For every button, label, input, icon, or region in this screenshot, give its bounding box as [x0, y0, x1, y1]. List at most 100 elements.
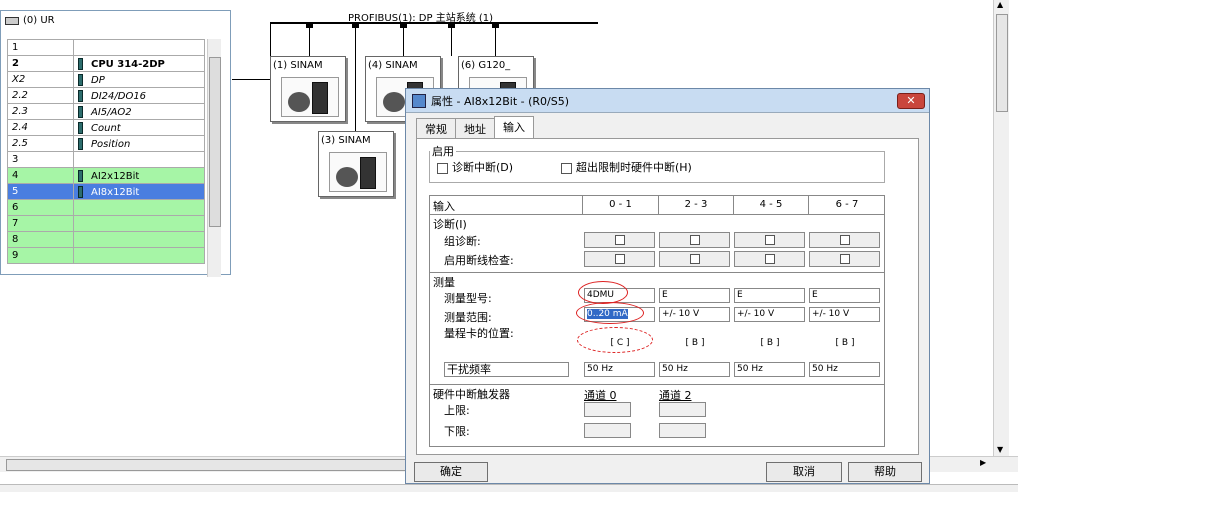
rack-slot-row[interactable]: 4 AI2x12Bit [7, 167, 205, 184]
wire-break-checkbox[interactable] [765, 254, 775, 264]
interference-freq-field[interactable]: 50 Hz [659, 362, 730, 377]
cancel-button[interactable]: 取消 [766, 462, 842, 482]
group-diag-cell[interactable] [734, 232, 805, 248]
rack-slot-row[interactable]: 3 [7, 151, 205, 168]
wire-break-cell[interactable] [809, 251, 880, 267]
rack-slot-row[interactable]: 2.3 AI5/AO2 [7, 103, 205, 120]
slot-module [73, 215, 205, 232]
rack-slot-row[interactable]: 1 [7, 39, 205, 56]
group-diag-cell[interactable] [809, 232, 880, 248]
interference-freq-field[interactable]: 50 Hz [809, 362, 880, 377]
vertical-scroll-thumb[interactable] [996, 14, 1008, 112]
close-button[interactable]: ✕ [897, 93, 925, 109]
rack-slot-row[interactable]: 2.4 Count [7, 119, 205, 136]
rack-slot-row[interactable]: X2 DP [7, 71, 205, 88]
properties-dialog[interactable]: 属性 - AI8x12Bit - (R0/S5) ✕ 常规 地址 输入 启用 诊… [405, 88, 930, 484]
wire-break-checkbox[interactable] [840, 254, 850, 264]
scroll-up-icon[interactable]: ▲ [997, 0, 1003, 9]
measure-type-field[interactable]: E [659, 288, 730, 303]
profibus-line[interactable] [270, 22, 598, 24]
rack-scrollbar[interactable] [207, 39, 221, 277]
input-header: 输入 [433, 200, 455, 213]
rack-title: (0) UR [5, 15, 55, 26]
node-label: (4) SINAM [368, 60, 418, 71]
rack-slot-row[interactable]: 6 [7, 199, 205, 216]
rack-slot-row[interactable]: 2.5 Position [7, 135, 205, 152]
grid-divider [430, 272, 884, 273]
interference-freq-field[interactable]: 50 Hz [584, 362, 655, 377]
rack-window[interactable]: (0) UR 1 2 CPU 314-2DP X2 DP 2.2 DI24/DO16 2.3 A… [0, 10, 231, 277]
rack-bus-link [232, 79, 270, 80]
slot-number: 3 [7, 151, 74, 168]
group-diag-checkbox[interactable] [840, 235, 850, 245]
module-name: DP [91, 74, 105, 86]
group-diag-cell[interactable] [659, 232, 730, 248]
scroll-down-icon[interactable]: ▼ [997, 445, 1003, 454]
measure-range-field[interactable]: +/- 10 V [659, 307, 730, 322]
module-icon [78, 73, 83, 86]
range-card-position: [ B ] [760, 338, 780, 348]
measure-range-field[interactable]: +/- 10 V [734, 307, 805, 322]
upper-limit-ch2-field [659, 402, 706, 417]
group-diag-checkbox[interactable] [690, 235, 700, 245]
dp-slave-node[interactable]: (3) SINAM [318, 131, 394, 197]
wire-break-cell[interactable] [734, 251, 805, 267]
rack-slot-row[interactable]: 5 AI8x12Bit [7, 183, 205, 200]
slot-module [73, 151, 205, 168]
col-header: 6 - 7 [808, 196, 885, 214]
module-name: CPU 314-2DP [91, 58, 165, 70]
group-diag-checkbox[interactable] [615, 235, 625, 245]
node-label: (6) G120_ [461, 60, 511, 71]
interference-freq-field[interactable]: 50 Hz [734, 362, 805, 377]
rack-slot-row[interactable]: 2 CPU 314-2DP [7, 55, 205, 72]
hw-interrupt-option[interactable]: 超出限制时硬件中断(H) [561, 159, 692, 175]
hw-trigger-title: 硬件中断触发器 [433, 388, 510, 401]
rack-slot-row[interactable]: 8 [7, 231, 205, 248]
wire-break-checkbox[interactable] [690, 254, 700, 264]
vertical-scrollbar[interactable]: ▲ ▼ [993, 0, 1009, 456]
measure-type-field[interactable]: E [809, 288, 880, 303]
col-header: 4 - 5 [733, 196, 808, 214]
rack-slot-row[interactable]: 2.2 DI24/DO16 [7, 87, 205, 104]
ok-button[interactable]: 确定 [414, 462, 488, 482]
hw-interrupt-checkbox[interactable] [561, 162, 572, 174]
node-label: (1) SINAM [273, 60, 323, 71]
wire-break-cell[interactable] [659, 251, 730, 267]
bus-drop [309, 24, 310, 56]
wire-break-checkbox[interactable] [615, 254, 625, 264]
tab-address[interactable]: 地址 [455, 118, 495, 138]
rack-scroll-thumb[interactable] [209, 57, 221, 227]
module-icon [78, 57, 83, 70]
dp-slave-node[interactable]: (1) SINAM [270, 56, 346, 122]
measure-type-field[interactable]: E [734, 288, 805, 303]
wire-break-label: 启用断线检查: [444, 254, 514, 267]
rack-slot-row[interactable]: 7 [7, 215, 205, 232]
measure-range-label: 测量范围: [444, 311, 492, 324]
module-name: AI8x12Bit [91, 186, 140, 198]
module-name: Count [91, 122, 121, 134]
slot-module [73, 199, 205, 216]
lower-limit-ch0-field [584, 423, 631, 438]
wire-break-cell[interactable] [584, 251, 655, 267]
diag-interrupt-checkbox[interactable] [437, 162, 448, 174]
rack-slot-table: 1 2 CPU 314-2DP X2 DP 2.2 DI24/DO16 2.3 AI5/AO2 2… [7, 39, 205, 264]
dialog-titlebar[interactable]: 属性 - AI8x12Bit - (R0/S5) [406, 89, 929, 113]
help-button[interactable]: 帮助 [848, 462, 922, 482]
dialog-app-icon [412, 93, 426, 108]
module-icon [78, 121, 83, 134]
horizontal-scroll-thumb[interactable] [6, 459, 406, 471]
slot-module: DP [73, 71, 205, 88]
scroll-right-icon[interactable]: ▶ [980, 458, 986, 467]
rack-slot-row[interactable]: 9 [7, 247, 205, 264]
upper-limit-label: 上限: [444, 404, 470, 417]
measure-range-field[interactable]: +/- 10 V [809, 307, 880, 322]
slot-number: 2.5 [7, 135, 74, 152]
group-diag-checkbox[interactable] [765, 235, 775, 245]
tab-inputs[interactable]: 输入 [494, 116, 534, 138]
group-diag-cell[interactable] [584, 232, 655, 248]
slot-module: Position [73, 135, 205, 152]
grid-divider [430, 214, 884, 215]
inputs-tab-panel: 启用 诊断中断(D) 超出限制时硬件中断(H) 输入 0 - 1 2 - 3 4… [416, 138, 919, 455]
tab-general[interactable]: 常规 [416, 118, 456, 138]
diag-interrupt-option[interactable]: 诊断中断(D) [437, 159, 513, 175]
